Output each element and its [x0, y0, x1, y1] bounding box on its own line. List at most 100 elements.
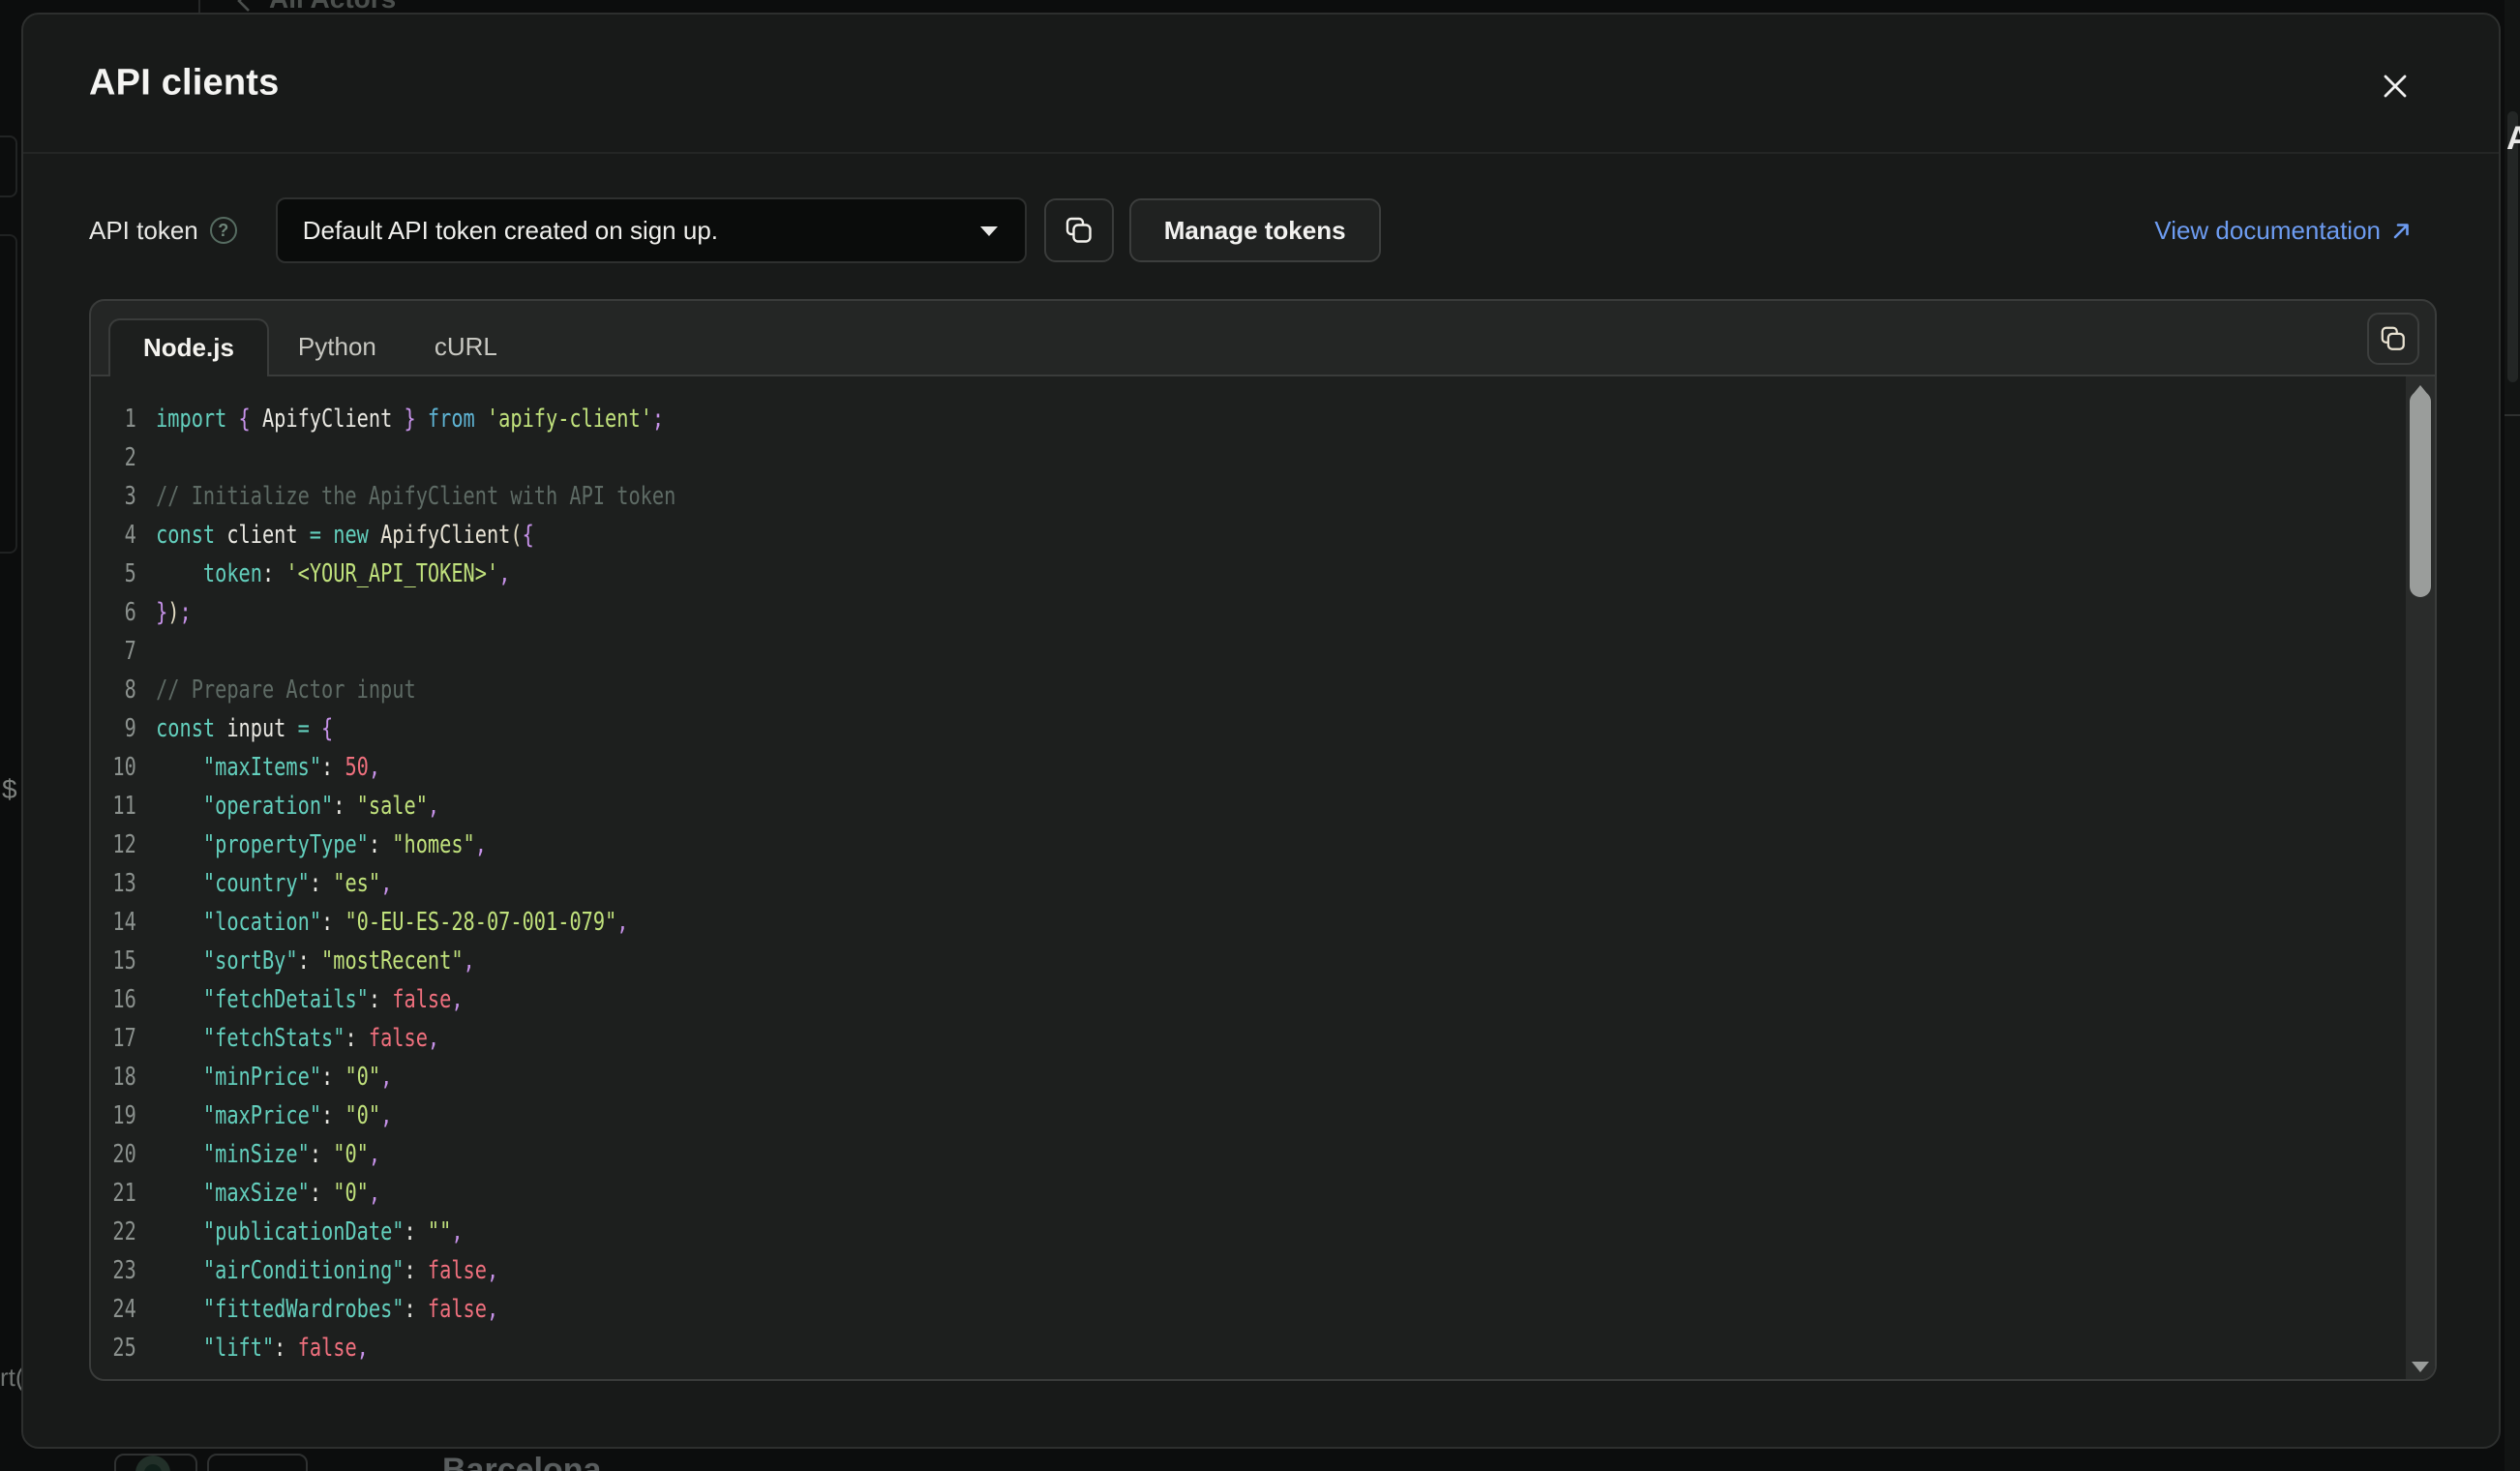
code-text: token: '<YOUR_API_TOKEN>',	[136, 559, 511, 588]
code-line: 19 "maxPrice": "0",	[91, 1096, 2355, 1135]
code-text: "maxPrice": "0",	[136, 1101, 393, 1130]
copy-icon	[1065, 216, 1094, 245]
line-number: 18	[91, 1063, 136, 1092]
api-token-dropdown[interactable]: Default API token created on sign up.	[276, 197, 1027, 263]
code-token: :	[321, 908, 345, 937]
code-token: ApifyClient	[380, 521, 510, 550]
chevron-left-icon	[234, 0, 257, 13]
code-token: "maxItems"	[203, 753, 321, 782]
code-token: "airConditioning"	[203, 1256, 405, 1285]
close-button[interactable]	[2374, 65, 2416, 107]
code-line: 23 "airConditioning": false,	[91, 1251, 2355, 1290]
code-line: 3// Initialize the ApifyClient with API …	[91, 477, 2355, 516]
code-token: ;	[180, 598, 192, 627]
code-token	[156, 869, 203, 898]
code-line: 20 "minSize": "0",	[91, 1135, 2355, 1174]
code-token: import	[156, 405, 238, 434]
code-line: 13 "country": "es",	[91, 864, 2355, 903]
line-number: 11	[91, 792, 136, 821]
code-token: token	[203, 559, 262, 588]
code-token: ,	[369, 1140, 380, 1169]
code-line: 15 "sortBy": "mostRecent",	[91, 942, 2355, 980]
code-token: ,	[428, 1024, 439, 1053]
code-scrollbar-thumb[interactable]	[2410, 391, 2431, 597]
code-token: 'apify-client'	[487, 405, 652, 434]
code-token: ,	[451, 985, 463, 1014]
view-documentation-link[interactable]: View documentation	[2154, 216, 2414, 246]
code-line: 10 "maxItems": 50,	[91, 748, 2355, 787]
code-token	[156, 792, 203, 821]
code-text: "minPrice": "0",	[136, 1063, 393, 1092]
line-number: 22	[91, 1217, 136, 1246]
code-token: "0"	[333, 1140, 369, 1169]
code-text: });	[136, 598, 192, 627]
copy-token-button[interactable]	[1044, 198, 1114, 262]
line-number: 25	[91, 1334, 136, 1363]
code-token: "homes"	[392, 830, 474, 859]
code-panel: Node.jsPythoncURL 1import { ApifyClient …	[89, 299, 2437, 1381]
line-number: 9	[91, 714, 136, 743]
api-token-dropdown-value: Default API token created on sign up.	[303, 216, 978, 246]
code-scrollbar[interactable]	[2406, 376, 2435, 1379]
code-line: 17 "fetchStats": false,	[91, 1019, 2355, 1058]
code-token: "0-EU-ES-28-07-001-079"	[345, 908, 616, 937]
scroll-down-arrow-icon[interactable]	[2412, 1362, 2429, 1372]
line-number: 2	[91, 443, 136, 472]
line-number: 14	[91, 908, 136, 937]
line-number: 24	[91, 1295, 136, 1324]
code-token: )	[167, 598, 179, 627]
code-token: "minPrice"	[203, 1063, 321, 1092]
code-line: 14 "location": "0-EU-ES-28-07-001-079",	[91, 903, 2355, 942]
code-line: 24 "fittedWardrobes": false,	[91, 1290, 2355, 1329]
code-token: {	[321, 714, 333, 743]
code-editor[interactable]: 1import { ApifyClient } from 'apify-clie…	[91, 375, 2435, 1379]
code-text: "operation": "sale",	[136, 792, 439, 821]
code-text: "publicationDate": "",	[136, 1217, 464, 1246]
code-line: 16 "fetchDetails": false,	[91, 980, 2355, 1019]
line-number: 8	[91, 675, 136, 705]
code-token: {	[523, 521, 534, 550]
line-number: 21	[91, 1179, 136, 1208]
api-clients-modal: API clients API token ? Default API toke…	[21, 13, 2501, 1449]
divider	[198, 0, 200, 13]
code-token: "0"	[333, 1179, 369, 1208]
code-token: false	[428, 1295, 487, 1324]
code-token: "mostRecent"	[321, 946, 464, 976]
code-line: 8 // Prepare Actor input	[91, 671, 2355, 709]
line-number: 20	[91, 1140, 136, 1169]
code-text: const input = {	[136, 714, 333, 743]
code-token: "fetchStats"	[203, 1024, 345, 1053]
close-icon	[2380, 71, 2411, 102]
code-token	[156, 1140, 203, 1169]
code-line: 1import { ApifyClient } from 'apify-clie…	[91, 400, 2355, 438]
code-token: // Prepare Actor input	[156, 675, 416, 705]
code-token	[156, 1024, 203, 1053]
tab-python[interactable]: Python	[269, 318, 405, 375]
code-token	[156, 1295, 203, 1324]
code-line: 2	[91, 438, 2355, 477]
code-token: "fetchDetails"	[203, 985, 369, 1014]
code-token: "operation"	[203, 792, 333, 821]
code-token: "location"	[203, 908, 321, 937]
code-token: from	[416, 405, 487, 434]
code-token: 50	[345, 753, 368, 782]
tab-nodejs[interactable]: Node.js	[108, 318, 269, 376]
code-token: "country"	[203, 869, 310, 898]
code-token: :	[369, 830, 392, 859]
code-token: ,	[380, 1101, 392, 1130]
code-token: "0"	[345, 1101, 380, 1130]
code-token: ,	[380, 1063, 392, 1092]
code-token: false	[392, 985, 451, 1014]
help-question-icon[interactable]: ?	[210, 217, 237, 244]
manage-tokens-button[interactable]: Manage tokens	[1129, 198, 1381, 262]
copy-code-button[interactable]	[2367, 313, 2419, 365]
code-token: false	[369, 1024, 428, 1053]
tab-curl[interactable]: cURL	[405, 318, 526, 375]
code-token: :	[310, 1179, 333, 1208]
code-token	[156, 559, 203, 588]
code-text: import { ApifyClient } from 'apify-clien…	[136, 405, 664, 434]
code-token: ,	[464, 946, 475, 976]
code-token	[156, 830, 203, 859]
code-token: =	[298, 714, 321, 743]
background-fragment	[0, 234, 17, 554]
